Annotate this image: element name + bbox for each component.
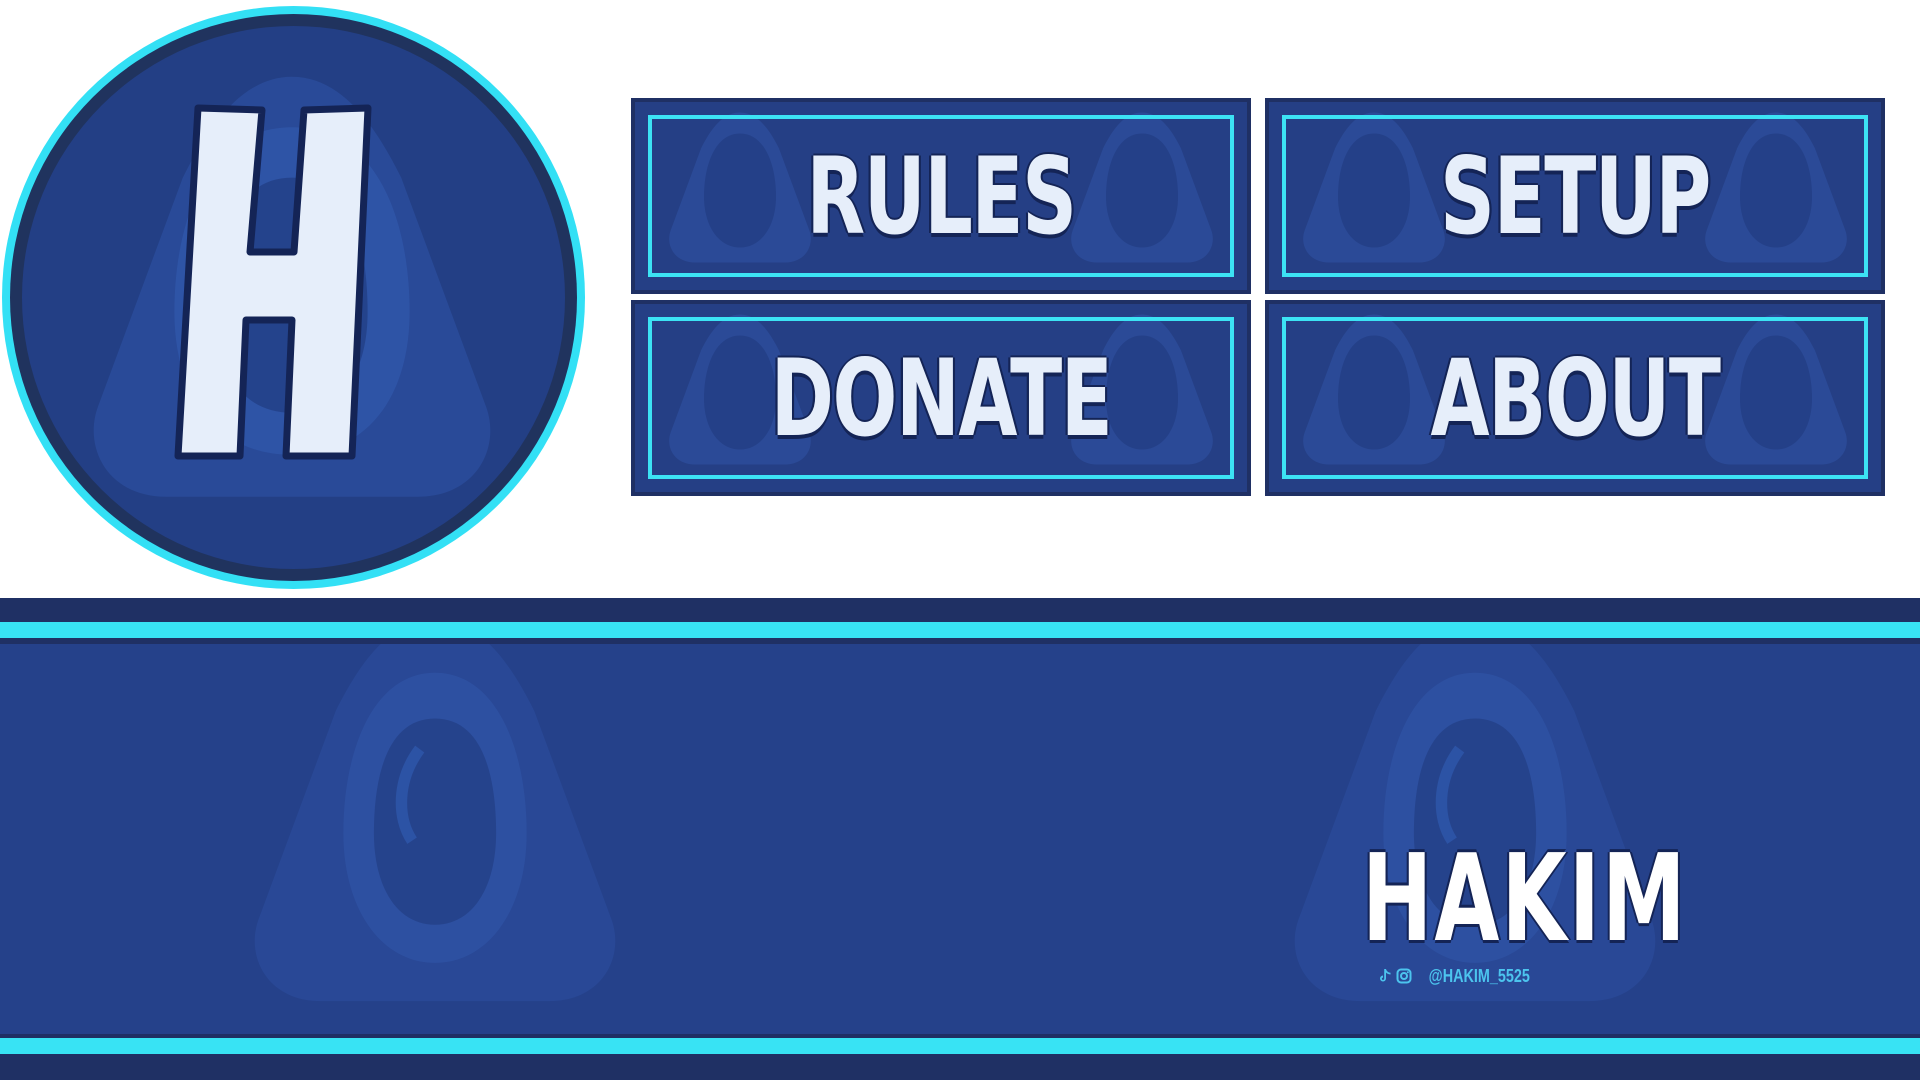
donate-panel[interactable]: DONATE	[631, 300, 1251, 496]
rules-panel[interactable]: RULES	[631, 98, 1251, 294]
rules-label: RULES	[806, 134, 1077, 258]
logo-letter-h	[174, 104, 372, 460]
about-label: ABOUT	[1430, 336, 1721, 460]
brand-name: HAKIM	[1362, 830, 1688, 969]
about-panel[interactable]: ABOUT	[1265, 300, 1885, 496]
channel-logo: H	[2, 6, 585, 589]
setup-label: SETUP	[1440, 134, 1711, 258]
banner-bottom-stripe	[0, 1038, 1920, 1054]
tiktok-icon[interactable]	[1378, 967, 1392, 985]
instagram-icon[interactable]	[1396, 967, 1412, 985]
setup-panel[interactable]: SETUP	[1265, 98, 1885, 294]
banner-top-stripe	[0, 622, 1920, 638]
social-handle[interactable]: @HAKIM_5525	[1428, 966, 1529, 987]
social-links: @HAKIM_5525	[1378, 963, 1540, 989]
panel-background: ABOUT	[1269, 304, 1881, 492]
panel-background: RULES	[635, 102, 1247, 290]
donate-label: DONATE	[770, 336, 1113, 460]
hood-silhouette-icon	[254, 644, 616, 1002]
logo-inner: H	[22, 26, 565, 569]
panel-background: SETUP	[1269, 102, 1881, 290]
panel-background: DONATE	[635, 304, 1247, 492]
